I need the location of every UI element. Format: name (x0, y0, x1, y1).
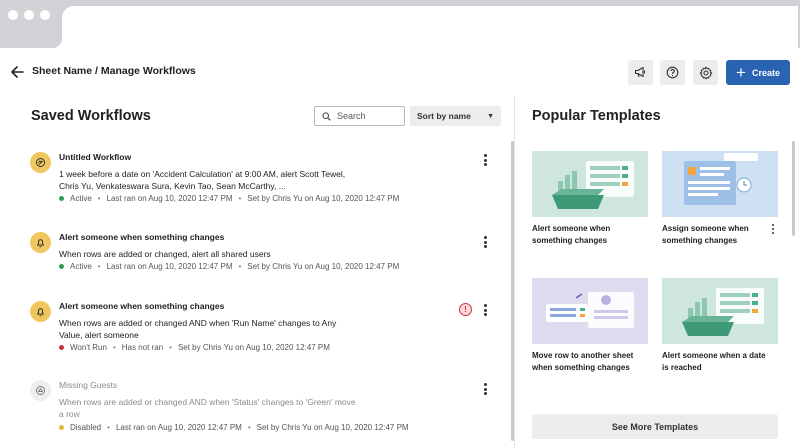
workflow-title: Alert someone when something changes (59, 232, 225, 242)
workflow-title: Missing Guests (59, 380, 118, 390)
more-options-icon[interactable] (480, 153, 490, 167)
workflow-status: Won't Run (70, 343, 107, 352)
create-label: Create (751, 67, 780, 78)
warning-icon[interactable]: ! (459, 303, 472, 316)
workflow-title: Untitled Workflow (59, 152, 132, 162)
workflow-set-by: Set by Chris Yu on Aug 10, 2020 12:47 PM (177, 343, 330, 352)
browser-chrome (0, 0, 800, 48)
workflow-set-by: Set by Chris Yu on Aug 10, 2020 12:47 PM (247, 262, 400, 271)
sort-label: Sort by name (417, 111, 471, 121)
workflow-last-ran: Last ran on Aug 10, 2020 12:47 PM (115, 423, 242, 432)
more-options-icon[interactable] (480, 303, 490, 317)
breadcrumb: Sheet Name / Manage Workflows (32, 65, 196, 77)
workflow-set-by: Set by Chris Yu on Aug 10, 2020 12:47 PM (247, 194, 400, 203)
separator-dot: • (238, 194, 242, 203)
template-card-image[interactable] (662, 278, 778, 344)
separator-dot: • (97, 262, 101, 271)
create-button[interactable]: + Create (726, 60, 790, 85)
workflow-meta: Disabled • Last ran on Aug 10, 2020 12:4… (59, 423, 409, 432)
announcements-button[interactable] (628, 60, 653, 85)
template-card-image[interactable] (532, 151, 648, 217)
workflow-status: Disabled (70, 423, 102, 432)
saved-workflows-panel: Saved Workflows Search Sort by name ▼ Un… (0, 96, 514, 448)
template-card-label[interactable]: Alert someone when something changes (532, 223, 644, 246)
separator-dot: • (247, 423, 251, 432)
status-dot (59, 345, 64, 350)
workflow-item[interactable]: Alert someone when something changes Whe… (30, 301, 500, 361)
back-arrow-icon[interactable] (10, 65, 24, 79)
help-button[interactable] (660, 60, 685, 85)
workflow-description: 1 week before a date on 'Accident Calcul… (59, 169, 346, 191)
popular-templates-title: Popular Templates (532, 108, 661, 124)
workflow-description: When rows are added or changed AND when … (59, 318, 337, 340)
workflow-last-ran: Last ran on Aug 10, 2020 12:47 PM (106, 262, 233, 271)
browser-tab[interactable] (52, 6, 798, 48)
template-card-image[interactable] (532, 278, 648, 344)
workflow-item[interactable]: Missing Guests When rows are added or ch… (30, 380, 500, 440)
bell-icon (30, 232, 51, 253)
plus-icon: + (736, 62, 746, 82)
workflow-item[interactable]: Alert someone when something changes Whe… (30, 232, 500, 282)
bell-icon (30, 301, 51, 322)
scrollbar[interactable] (792, 141, 795, 236)
separator-dot: • (169, 343, 172, 352)
workflow-title: Alert someone when something changes (59, 301, 225, 311)
window-maximize-dot[interactable] (40, 10, 50, 20)
megaphone-icon (634, 66, 646, 78)
separator-dot: • (238, 262, 242, 271)
search-icon (322, 111, 331, 121)
sort-dropdown[interactable]: Sort by name ▼ (410, 106, 501, 126)
workflow-set-by: Set by Chris Yu on Aug 10, 2020 12:47 PM (256, 423, 409, 432)
help-icon (666, 66, 679, 79)
workflow-meta: Won't Run • Has not ran • Set by Chris Y… (59, 343, 330, 352)
workflow-description: When rows are added or changed, alert al… (59, 249, 271, 259)
workflow-item[interactable]: Untitled Workflow 1 week before a date o… (30, 152, 500, 212)
separator-dot: • (107, 423, 110, 432)
status-dot (59, 425, 64, 430)
more-options-icon[interactable] (480, 382, 490, 396)
see-more-templates-button[interactable]: See More Templates (532, 414, 778, 439)
window-close-dot[interactable] (8, 10, 18, 20)
panel-divider (514, 96, 515, 448)
chevron-down-icon: ▼ (487, 112, 494, 120)
workflow-meta: Active • Last ran on Aug 10, 2020 12:47 … (59, 194, 399, 203)
status-dot (59, 196, 64, 201)
move-row-icon (30, 380, 51, 401)
status-dot (59, 264, 64, 269)
separator-dot: • (97, 194, 101, 203)
template-card-label[interactable]: Alert someone when a date is reached (662, 350, 774, 373)
settings-button[interactable] (693, 60, 718, 85)
workflow-description: When rows are added or changed AND when … (59, 397, 356, 419)
gear-icon (699, 66, 712, 79)
page-header: Sheet Name / Manage Workflows + Create (0, 48, 800, 96)
workflow-icon (30, 152, 51, 173)
workflow-status: Active (70, 262, 92, 271)
separator-dot: • (112, 343, 116, 352)
search-input[interactable]: Search (314, 106, 405, 126)
template-card-label[interactable]: Move row to another sheet when something… (532, 350, 644, 373)
workflow-status: Active (70, 194, 92, 203)
more-options-icon[interactable] (480, 235, 490, 249)
more-options-icon[interactable] (770, 224, 776, 234)
search-placeholder: Search (337, 111, 366, 121)
workflow-last-ran: Has not ran (121, 343, 164, 352)
workflow-last-ran: Last ran on Aug 10, 2020 12:47 PM (106, 194, 233, 203)
template-card-image[interactable] (662, 151, 778, 217)
template-card-label[interactable]: Assign someone when something changes (662, 223, 774, 246)
saved-workflows-title: Saved Workflows (31, 108, 151, 124)
workflow-meta: Active • Last ran on Aug 10, 2020 12:47 … (59, 262, 399, 271)
window-minimize-dot[interactable] (24, 10, 34, 20)
